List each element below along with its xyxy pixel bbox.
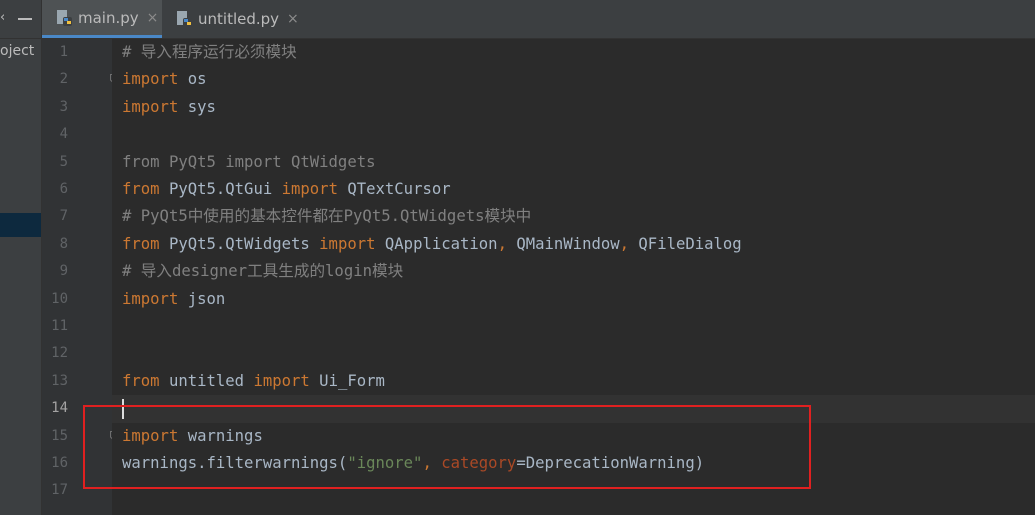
- line-number[interactable]: 3: [42, 94, 68, 121]
- project-panel[interactable]: ‹ oject: [0, 0, 42, 515]
- code-token: # 导入程序运行必须模块: [122, 43, 297, 61]
- code-token: Ui_Form: [309, 371, 385, 390]
- code-token: # 导入designer工具生成的login模块: [122, 262, 404, 281]
- line-number[interactable]: 17: [42, 477, 68, 504]
- python-file-icon: [55, 9, 73, 27]
- line-number[interactable]: 12: [42, 340, 68, 367]
- code-token: import: [122, 289, 179, 308]
- line-number[interactable]: 5: [42, 149, 68, 176]
- code-token: import: [253, 371, 310, 390]
- code-line[interactable]: import os: [122, 66, 207, 93]
- code-line[interactable]: from PyQt5.QtWidgets import QApplication…: [122, 231, 742, 258]
- tab-untitled-py[interactable]: untitled.py ×: [162, 0, 307, 38]
- ide-window: ‹ oject main.py × untitled.py × 1 2 3 4 …: [0, 0, 1035, 515]
- code-token: import: [122, 70, 179, 89]
- code-token: json: [178, 289, 226, 308]
- code-token: os: [178, 70, 207, 89]
- code-token: untitled: [159, 371, 254, 390]
- close-icon[interactable]: ×: [147, 10, 159, 26]
- chevron-left-icon[interactable]: ‹: [0, 11, 6, 25]
- code-line[interactable]: # 导入designer工具生成的login模块: [122, 258, 403, 285]
- code-token: sys: [178, 97, 216, 116]
- code-token: ,: [497, 234, 507, 253]
- code-token: ,: [619, 234, 630, 253]
- line-number[interactable]: 14: [42, 395, 68, 422]
- line-number[interactable]: 2: [42, 66, 68, 93]
- editor-tab-bar: main.py × untitled.py ×: [42, 0, 1035, 39]
- project-panel-header: ‹: [0, 0, 41, 39]
- code-token: QTextCursor: [337, 180, 451, 198]
- annotation-highlight-box: [83, 405, 811, 489]
- tab-main-py[interactable]: main.py ×: [42, 0, 162, 38]
- line-number[interactable]: 7: [42, 203, 68, 230]
- code-token: from PyQt5 import QtWidgets: [122, 152, 376, 171]
- minimize-icon[interactable]: [18, 18, 32, 20]
- code-token: # PyQt5中使用的基本控件都在PyQt5.QtWidgets模块中: [122, 207, 532, 226]
- line-number[interactable]: 10: [42, 286, 68, 313]
- tab-label: untitled.py: [198, 10, 280, 28]
- line-number[interactable]: 16: [42, 450, 68, 477]
- code-line[interactable]: import sys: [122, 94, 216, 121]
- code-token: import: [122, 97, 179, 116]
- code-token: PyQt5.QtGui: [159, 180, 282, 198]
- python-file-icon: [175, 10, 193, 28]
- code-line[interactable]: # 导入程序运行必须模块: [122, 39, 297, 66]
- code-line[interactable]: from untitled import Ui_Form: [122, 368, 385, 395]
- project-tree-selected-item[interactable]: [0, 213, 41, 237]
- tab-label: main.py: [78, 8, 139, 27]
- code-line[interactable]: import json: [122, 286, 225, 313]
- code-token: from: [122, 371, 160, 390]
- line-number[interactable]: 9: [42, 258, 68, 285]
- line-number[interactable]: 13: [42, 368, 68, 395]
- code-token: import: [319, 234, 376, 253]
- line-number[interactable]: 4: [42, 121, 68, 148]
- line-number[interactable]: 6: [42, 176, 68, 203]
- code-token: QApplication: [375, 234, 498, 253]
- code-line[interactable]: # PyQt5中使用的基本控件都在PyQt5.QtWidgets模块中: [122, 203, 531, 230]
- close-icon[interactable]: ×: [287, 11, 299, 27]
- project-panel-label[interactable]: oject: [0, 42, 41, 60]
- code-token: import: [281, 180, 338, 198]
- code-token: from: [122, 180, 160, 198]
- line-number[interactable]: 1: [42, 39, 68, 66]
- code-token: QMainWindow: [506, 234, 620, 253]
- code-token: from: [122, 234, 160, 253]
- code-line[interactable]: from PyQt5 import QtWidgets: [122, 149, 375, 176]
- line-number[interactable]: 15: [42, 423, 68, 450]
- code-token: QFileDialog: [629, 234, 742, 253]
- line-number[interactable]: 11: [42, 313, 68, 340]
- code-line[interactable]: from PyQt5.QtGui import QTextCursor: [122, 176, 451, 203]
- code-token: PyQt5.QtWidgets: [159, 234, 320, 253]
- line-number[interactable]: 8: [42, 231, 68, 258]
